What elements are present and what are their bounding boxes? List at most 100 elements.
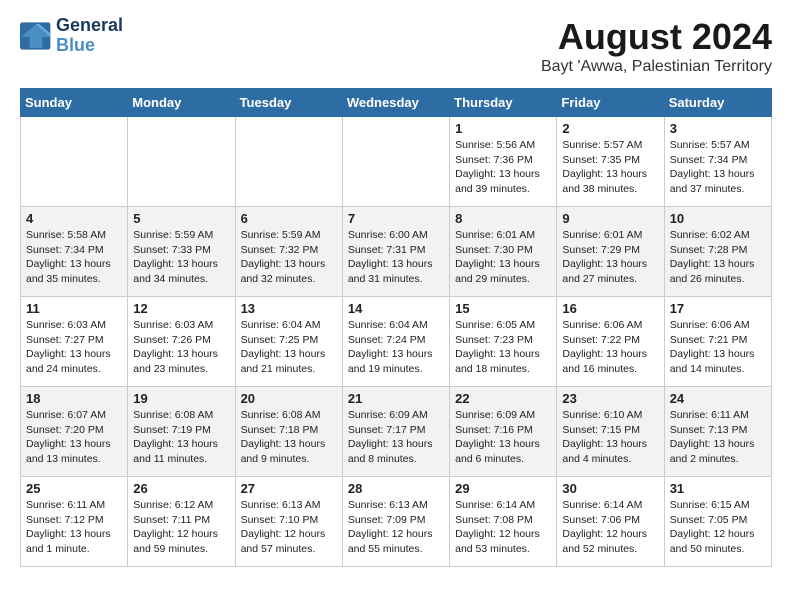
day-content: Sunrise: 6:03 AM Sunset: 7:27 PM Dayligh… <box>26 318 122 377</box>
day-content: Sunrise: 6:07 AM Sunset: 7:20 PM Dayligh… <box>26 408 122 467</box>
day-number: 28 <box>348 481 444 496</box>
calendar-cell: 31 Sunrise: 6:15 AM Sunset: 7:05 PM Dayli… <box>664 477 771 567</box>
calendar-table: SundayMondayTuesdayWednesdayThursdayFrid… <box>20 88 772 567</box>
calendar-cell: 30 Sunrise: 6:14 AM Sunset: 7:06 PM Dayli… <box>557 477 664 567</box>
day-number: 12 <box>133 301 229 316</box>
day-content: Sunrise: 5:57 AM Sunset: 7:34 PM Dayligh… <box>670 138 766 197</box>
calendar-cell: 28 Sunrise: 6:13 AM Sunset: 7:09 PM Dayli… <box>342 477 449 567</box>
day-content: Sunrise: 6:10 AM Sunset: 7:15 PM Dayligh… <box>562 408 658 467</box>
day-number: 30 <box>562 481 658 496</box>
calendar-cell: 21Sunrise: 6:09 AM Sunset: 7:17 PM Dayli… <box>342 387 449 477</box>
calendar-cell: 10 Sunrise: 6:02 AM Sunset: 7:28 PM Dayli… <box>664 207 771 297</box>
day-number: 31 <box>670 481 766 496</box>
day-content: Sunrise: 6:04 AM Sunset: 7:25 PM Dayligh… <box>241 318 337 377</box>
day-header-sunday: Sunday <box>21 89 128 117</box>
day-content: Sunrise: 6:01 AM Sunset: 7:29 PM Dayligh… <box>562 228 658 287</box>
calendar-cell <box>342 117 449 207</box>
day-content: Sunrise: 6:11 AM Sunset: 7:13 PM Dayligh… <box>670 408 766 467</box>
day-content: Sunrise: 6:15 AM Sunset: 7:05 PM Dayligh… <box>670 498 766 557</box>
day-number: 14 <box>348 301 444 316</box>
calendar-cell: 17 Sunrise: 6:06 AM Sunset: 7:21 PM Dayli… <box>664 297 771 387</box>
day-content: Sunrise: 6:01 AM Sunset: 7:30 PM Dayligh… <box>455 228 551 287</box>
day-number: 4 <box>26 211 122 226</box>
day-content: Sunrise: 6:14 AM Sunset: 7:06 PM Dayligh… <box>562 498 658 557</box>
calendar-cell: 1 Sunrise: 5:56 AM Sunset: 7:36 PM Daylig… <box>450 117 557 207</box>
title-block: August 2024 Bayt 'Awwa, Palestinian Terr… <box>541 16 772 76</box>
calendar-cell: 12 Sunrise: 6:03 AM Sunset: 7:26 PM Dayli… <box>128 297 235 387</box>
day-header-wednesday: Wednesday <box>342 89 449 117</box>
day-number: 16 <box>562 301 658 316</box>
day-content: Sunrise: 6:05 AM Sunset: 7:23 PM Dayligh… <box>455 318 551 377</box>
calendar-cell: 19Sunrise: 6:08 AM Sunset: 7:19 PM Dayli… <box>128 387 235 477</box>
calendar-cell: 6Sunrise: 5:59 AM Sunset: 7:32 PM Daylig… <box>235 207 342 297</box>
day-header-saturday: Saturday <box>664 89 771 117</box>
day-content: Sunrise: 6:14 AM Sunset: 7:08 PM Dayligh… <box>455 498 551 557</box>
calendar-cell: 26Sunrise: 6:12 AM Sunset: 7:11 PM Dayli… <box>128 477 235 567</box>
day-number: 23 <box>562 391 658 406</box>
calendar-body: 1 Sunrise: 5:56 AM Sunset: 7:36 PM Daylig… <box>21 117 772 567</box>
page-subtitle: Bayt 'Awwa, Palestinian Territory <box>541 58 772 76</box>
calendar-cell: 8 Sunrise: 6:01 AM Sunset: 7:30 PM Daylig… <box>450 207 557 297</box>
calendar-cell: 9 Sunrise: 6:01 AM Sunset: 7:29 PM Daylig… <box>557 207 664 297</box>
calendar-cell <box>235 117 342 207</box>
calendar-cell: 29 Sunrise: 6:14 AM Sunset: 7:08 PM Dayli… <box>450 477 557 567</box>
day-content: Sunrise: 6:13 AM Sunset: 7:09 PM Dayligh… <box>348 498 444 557</box>
calendar-cell: 25 Sunrise: 6:11 AM Sunset: 7:12 PM Dayli… <box>21 477 128 567</box>
calendar-cell: 22 Sunrise: 6:09 AM Sunset: 7:16 PM Dayli… <box>450 387 557 477</box>
day-number: 1 <box>455 121 551 136</box>
calendar-week-3: 11 Sunrise: 6:03 AM Sunset: 7:27 PM Dayli… <box>21 297 772 387</box>
calendar-cell: 4 Sunrise: 5:58 AM Sunset: 7:34 PM Daylig… <box>21 207 128 297</box>
day-content: Sunrise: 5:58 AM Sunset: 7:34 PM Dayligh… <box>26 228 122 287</box>
calendar-cell: 5 Sunrise: 5:59 AM Sunset: 7:33 PM Daylig… <box>128 207 235 297</box>
day-number: 5 <box>133 211 229 226</box>
day-number: 27 <box>241 481 337 496</box>
calendar-cell: 3 Sunrise: 5:57 AM Sunset: 7:34 PM Daylig… <box>664 117 771 207</box>
day-number: 11 <box>26 301 122 316</box>
day-header-friday: Friday <box>557 89 664 117</box>
day-content: Sunrise: 6:02 AM Sunset: 7:28 PM Dayligh… <box>670 228 766 287</box>
day-content: Sunrise: 6:00 AM Sunset: 7:31 PM Dayligh… <box>348 228 444 287</box>
day-header-monday: Monday <box>128 89 235 117</box>
calendar-header: SundayMondayTuesdayWednesdayThursdayFrid… <box>21 89 772 117</box>
day-content: Sunrise: 5:57 AM Sunset: 7:35 PM Dayligh… <box>562 138 658 197</box>
day-number: 13 <box>241 301 337 316</box>
calendar-week-2: 4 Sunrise: 5:58 AM Sunset: 7:34 PM Daylig… <box>21 207 772 297</box>
day-content: Sunrise: 6:12 AM Sunset: 7:11 PM Dayligh… <box>133 498 229 557</box>
logo-text-general: General <box>56 16 123 36</box>
day-number: 17 <box>670 301 766 316</box>
calendar-cell: 27Sunrise: 6:13 AM Sunset: 7:10 PM Dayli… <box>235 477 342 567</box>
day-content: Sunrise: 6:09 AM Sunset: 7:16 PM Dayligh… <box>455 408 551 467</box>
calendar-cell: 20Sunrise: 6:08 AM Sunset: 7:18 PM Dayli… <box>235 387 342 477</box>
day-header-thursday: Thursday <box>450 89 557 117</box>
day-number: 25 <box>26 481 122 496</box>
day-content: Sunrise: 5:59 AM Sunset: 7:33 PM Dayligh… <box>133 228 229 287</box>
calendar-cell: 14 Sunrise: 6:04 AM Sunset: 7:24 PM Dayli… <box>342 297 449 387</box>
day-content: Sunrise: 6:06 AM Sunset: 7:21 PM Dayligh… <box>670 318 766 377</box>
day-number: 24 <box>670 391 766 406</box>
logo: General Blue <box>20 16 123 56</box>
day-number: 9 <box>562 211 658 226</box>
day-number: 10 <box>670 211 766 226</box>
day-number: 15 <box>455 301 551 316</box>
calendar-cell: 11 Sunrise: 6:03 AM Sunset: 7:27 PM Dayli… <box>21 297 128 387</box>
day-number: 8 <box>455 211 551 226</box>
calendar-week-1: 1 Sunrise: 5:56 AM Sunset: 7:36 PM Daylig… <box>21 117 772 207</box>
calendar-cell: 15 Sunrise: 6:05 AM Sunset: 7:23 PM Dayli… <box>450 297 557 387</box>
calendar-cell <box>128 117 235 207</box>
day-content: Sunrise: 6:04 AM Sunset: 7:24 PM Dayligh… <box>348 318 444 377</box>
day-number: 22 <box>455 391 551 406</box>
calendar-week-4: 18Sunrise: 6:07 AM Sunset: 7:20 PM Dayli… <box>21 387 772 477</box>
calendar-week-5: 25 Sunrise: 6:11 AM Sunset: 7:12 PM Dayli… <box>21 477 772 567</box>
calendar-cell <box>21 117 128 207</box>
day-content: Sunrise: 6:08 AM Sunset: 7:18 PM Dayligh… <box>241 408 337 467</box>
day-number: 29 <box>455 481 551 496</box>
page-title: August 2024 <box>541 16 772 58</box>
day-number: 3 <box>670 121 766 136</box>
day-header-tuesday: Tuesday <box>235 89 342 117</box>
calendar-cell: 18Sunrise: 6:07 AM Sunset: 7:20 PM Dayli… <box>21 387 128 477</box>
day-content: Sunrise: 6:03 AM Sunset: 7:26 PM Dayligh… <box>133 318 229 377</box>
day-content: Sunrise: 6:11 AM Sunset: 7:12 PM Dayligh… <box>26 498 122 557</box>
day-content: Sunrise: 5:56 AM Sunset: 7:36 PM Dayligh… <box>455 138 551 197</box>
calendar-cell: 23 Sunrise: 6:10 AM Sunset: 7:15 PM Dayli… <box>557 387 664 477</box>
day-number: 6 <box>241 211 337 226</box>
